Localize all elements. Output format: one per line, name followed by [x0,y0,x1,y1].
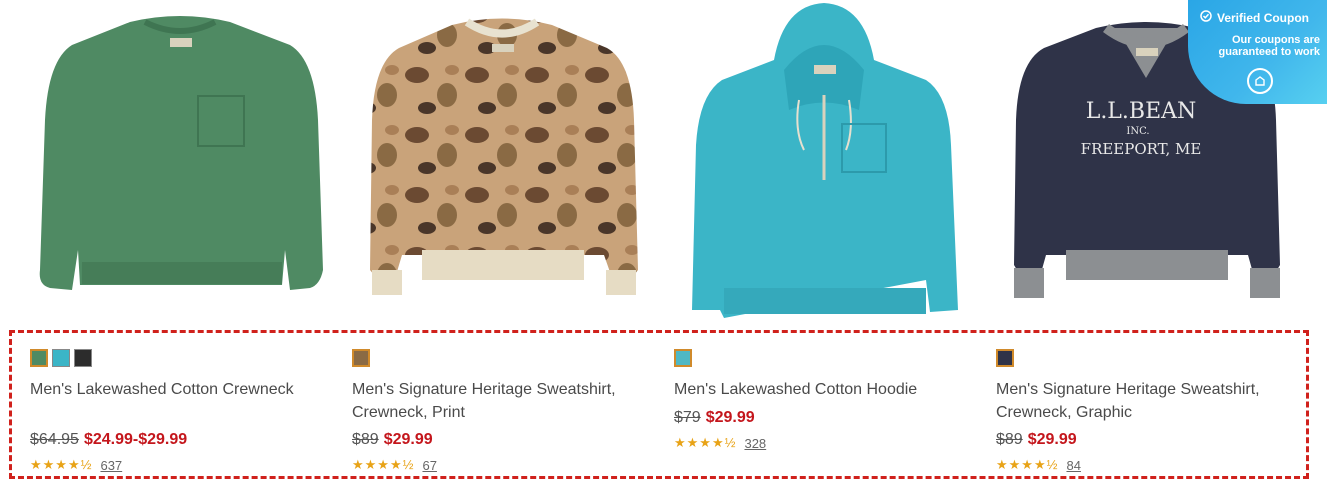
color-swatch-selected[interactable] [996,349,1014,367]
graphic-text-location: FREEPORT, ME [1081,140,1202,158]
verified-coupon-badge[interactable]: Verified Coupon Our coupons are guarante… [1188,0,1327,104]
review-count-link[interactable]: 328 [744,436,766,451]
star-rating-icon: ★★★★½ [352,457,415,472]
product-rating[interactable]: ★★★★½ 637 [30,457,122,473]
product-image[interactable] [342,0,664,325]
original-price: $89 [996,431,1023,448]
color-swatches [674,349,692,367]
sale-price: $24.99-$29.99 [83,431,188,448]
product-price: $64.95 $24.99-$29.99 [30,431,187,449]
original-price: $79 [674,409,701,426]
product-title-link[interactable]: Men's Signature Heritage Sweatshirt, Cre… [352,378,652,424]
star-rating-icon: ★★★★½ [30,457,93,472]
graphic-text-inc: INC. [1126,126,1149,137]
color-swatch[interactable] [52,349,70,367]
color-swatch[interactable] [74,349,92,367]
star-rating-icon: ★★★★½ [674,435,737,450]
sale-price: $29.99 [1027,431,1077,448]
sale-price: $29.99 [383,431,433,448]
product-rating[interactable]: ★★★★½ 84 [996,457,1081,473]
product-image[interactable] [20,0,342,325]
product-card[interactable] [20,0,342,488]
product-title-link[interactable]: Men's Signature Heritage Sweatshirt, Cre… [996,378,1296,424]
color-swatches [30,349,92,367]
product-price: $89 $29.99 [996,431,1077,449]
product-title-link[interactable]: Men's Lakewashed Cotton Hoodie [674,378,974,401]
original-price: $64.95 [30,431,79,448]
product-grid: L.L.BEAN INC. FREEPORT, ME Men's Lakewas… [0,0,1327,488]
coupon-message: Our coupons are guaranteed to work [1218,34,1320,58]
product-price: $89 $29.99 [352,431,433,449]
review-count-link[interactable]: 84 [1066,458,1080,473]
color-swatches [996,349,1014,367]
color-swatches [352,349,370,367]
product-price: $79 $29.99 [674,409,755,427]
color-swatch-selected[interactable] [30,349,48,367]
color-swatch-selected[interactable] [674,349,692,367]
graphic-text-brand: L.L.BEAN [1086,99,1197,124]
review-count-link[interactable]: 637 [100,458,122,473]
review-count-link[interactable]: 67 [422,458,436,473]
sale-price: $29.99 [705,409,755,426]
product-title-link[interactable]: Men's Lakewashed Cotton Crewneck [30,378,330,401]
check-circle-icon [1200,10,1212,25]
shield-logo-icon [1247,68,1273,94]
product-rating[interactable]: ★★★★½ 67 [352,457,437,473]
coupon-heading: Verified Coupon [1200,10,1309,25]
product-rating[interactable]: ★★★★½ 328 [674,435,766,451]
star-rating-icon: ★★★★½ [996,457,1059,472]
color-swatch-selected[interactable] [352,349,370,367]
coupon-heading-text: Verified Coupon [1217,10,1310,25]
original-price: $89 [352,431,379,448]
product-image[interactable] [664,0,986,325]
